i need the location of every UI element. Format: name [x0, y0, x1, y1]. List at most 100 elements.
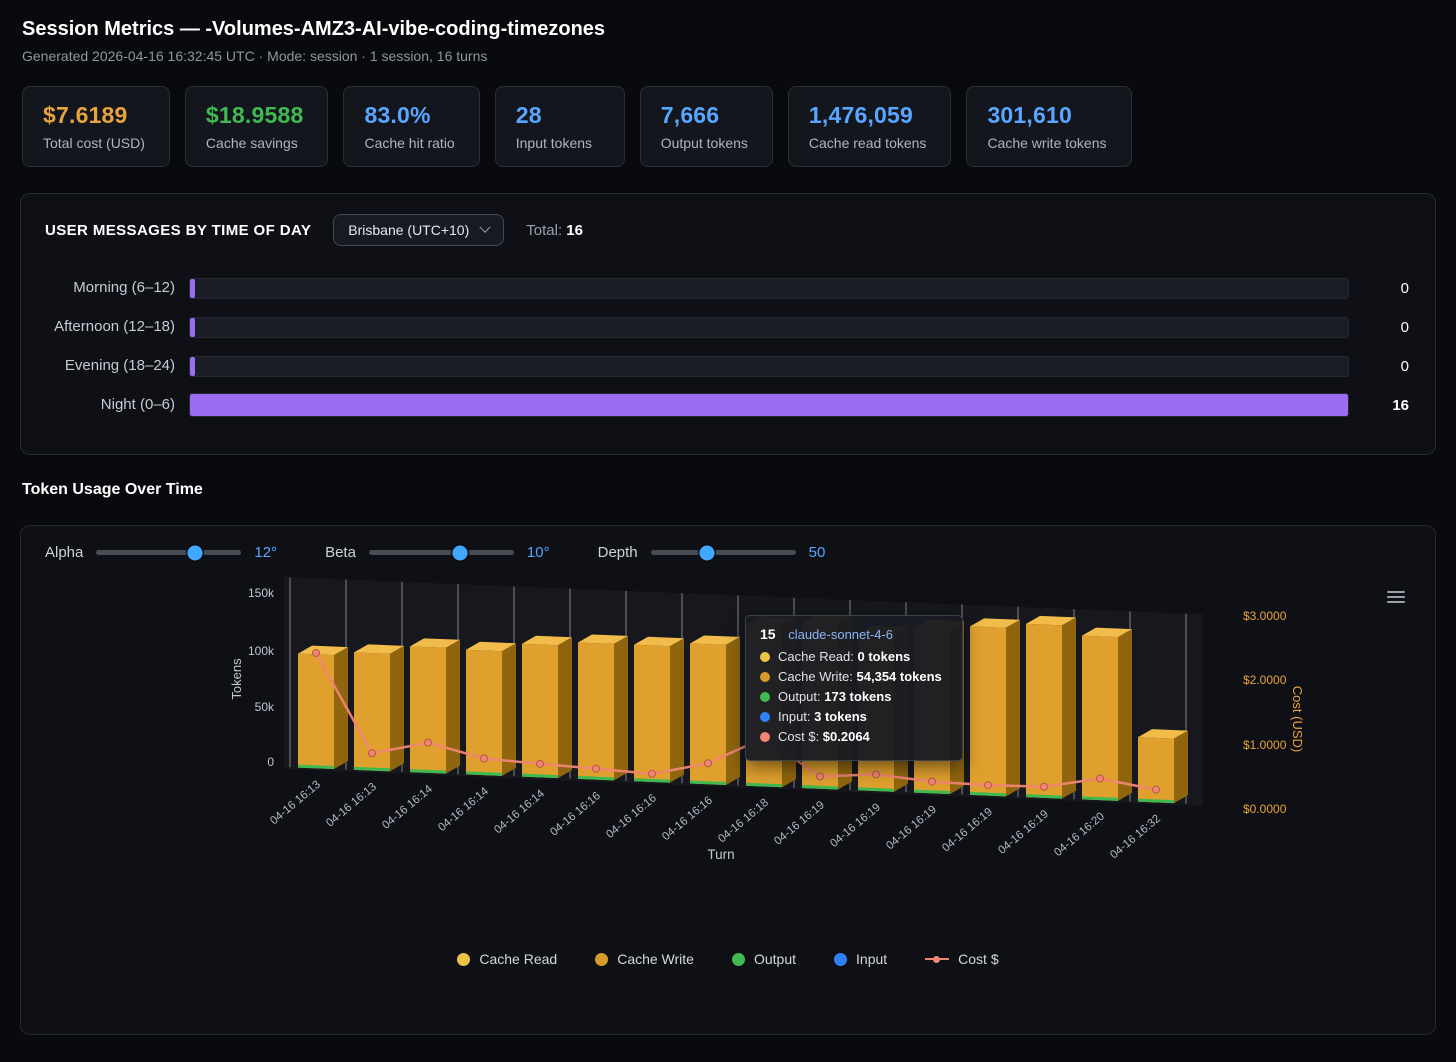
series-dot-icon: [760, 651, 770, 662]
svg-text:04-16 16:13: 04-16 16:13: [324, 781, 379, 830]
total-label: Total:: [526, 221, 563, 239]
tooltip-row-text: Cache Read: 0 tokens: [778, 649, 911, 664]
metric-value: $7.6189: [43, 102, 128, 128]
svg-text:0: 0: [267, 755, 274, 769]
metric-card-input-tokens: 28 Input tokens: [494, 86, 625, 167]
svg-text:100k: 100k: [248, 644, 275, 658]
time-of-day-rows: Morning (6–12) 0 Afternoon (12–18) 0 Eve…: [45, 274, 1411, 419]
legend-item-cost-[interactable]: Cost $: [925, 951, 999, 967]
bar-column[interactable]: [690, 635, 740, 785]
legend-item-cache-read[interactable]: Cache Read: [457, 951, 557, 967]
row-label: Night (0–6): [100, 395, 175, 413]
metric-label: Input tokens: [515, 135, 593, 151]
bar-column[interactable]: [522, 635, 572, 779]
slider-value: 12°: [254, 544, 278, 561]
row-label: Afternoon (12–18): [54, 317, 175, 335]
bar-fill: [190, 278, 195, 298]
bar-track[interactable]: [189, 393, 1349, 417]
tooltip-model-name: claude-sonnet-4-6: [788, 627, 893, 642]
slider-label: Depth: [597, 544, 638, 561]
svg-text:50k: 50k: [255, 700, 275, 714]
token-usage-title: Token Usage Over Time: [22, 481, 203, 498]
svg-text:$3.0000: $3.0000: [1243, 609, 1287, 623]
depth-slider-thumb[interactable]: [699, 545, 715, 560]
bar-track[interactable]: [189, 355, 1349, 377]
tooltip-row: Cache Read: 0 tokens: [760, 649, 948, 664]
metric-card-cache-read-tokens: 1,476,059 Cache read tokens: [787, 86, 952, 167]
series-dot-icon: [760, 691, 770, 702]
series-dot-icon: [760, 731, 770, 742]
token-usage-3d-chart[interactable]: 04-16 16:13 04-16 16:13 04-16 16:14 04-16 1…: [31, 569, 1427, 911]
row-count: 0: [1400, 279, 1409, 297]
bar-column[interactable]: [970, 618, 1020, 797]
alpha-slider-thumb[interactable]: [187, 545, 203, 560]
bar-track[interactable]: [189, 316, 1349, 338]
bar-fill: [190, 317, 195, 337]
metric-value: 83.0%: [364, 102, 431, 128]
bar-column[interactable]: [1082, 627, 1132, 801]
slider-label: Beta: [325, 544, 356, 561]
page-subtitle: Generated 2026-04-16 16:32:45 UTC · Mode…: [22, 48, 488, 64]
legend-item-input[interactable]: Input: [834, 951, 887, 967]
bar-column[interactable]: [1026, 615, 1076, 799]
row-label: Morning (6–12): [73, 278, 175, 296]
tooltip-row: Output: 173 tokens: [760, 689, 948, 704]
legend-item-cache-write[interactable]: Cache Write: [595, 951, 694, 967]
time-of-day-row-afternoon: Afternoon (12–18) 0: [45, 313, 1411, 341]
series-dot-icon: [760, 711, 770, 722]
depth-slider-track[interactable]: [650, 545, 796, 560]
depth-slider: Depth 50: [598, 544, 826, 561]
tooltip-row-text: Output: 173 tokens: [778, 689, 892, 704]
metric-label: Cache hit ratio: [364, 135, 455, 151]
svg-text:04-16 16:14: 04-16 16:14: [492, 787, 547, 836]
legend-dot-icon: [457, 952, 471, 966]
page-title: Session Metrics — -Volumes-AMZ3-AI-vibe-…: [22, 18, 606, 40]
metric-value: $18.9588: [205, 102, 304, 128]
bar-fill: [190, 394, 1348, 416]
beta-slider: Beta 10°: [325, 544, 550, 561]
alpha-slider-track[interactable]: [96, 545, 242, 560]
beta-slider-track[interactable]: [368, 545, 514, 560]
bar-fill: [190, 356, 195, 376]
svg-text:04-16 16:16: 04-16 16:16: [548, 790, 603, 839]
metric-card-output-tokens: 7,666 Output tokens: [639, 86, 773, 167]
bar-column[interactable]: [634, 636, 684, 783]
bar-column[interactable]: [1138, 729, 1188, 804]
page-header: Session Metrics — -Volumes-AMZ3-AI-vibe-…: [0, 0, 1456, 64]
legend-item-output[interactable]: Output: [731, 951, 797, 967]
chart-tooltip: 15 claude-sonnet-4-6 Cache Read: 0 token…: [745, 615, 963, 761]
chevron-down-icon: [479, 221, 491, 233]
tooltip-header: 15 claude-sonnet-4-6: [760, 626, 948, 642]
beta-slider-thumb[interactable]: [452, 545, 468, 560]
svg-text:04-16 16:14: 04-16 16:14: [380, 783, 435, 832]
svg-text:04-16 16:19: 04-16 16:19: [772, 799, 827, 848]
bar-column[interactable]: [410, 638, 460, 774]
bar-track[interactable]: [189, 277, 1349, 299]
metric-label: Total cost (USD): [43, 135, 145, 151]
legend-dot-icon: [834, 952, 848, 966]
svg-text:04-16 16:20: 04-16 16:20: [1052, 810, 1107, 859]
time-of-day-row-evening: Evening (18–24) 0: [45, 352, 1411, 380]
svg-text:04-16 16:19: 04-16 16:19: [940, 806, 995, 855]
chart-controls: Alpha 12° Beta 10° Depth 50: [21, 526, 1435, 561]
x-axis-title: Turn: [707, 847, 734, 862]
timezone-selected-value: Brisbane (UTC+10): [348, 222, 470, 238]
svg-text:04-16 16:16: 04-16 16:16: [660, 795, 715, 844]
time-of-day-row-night: Night (0–6) 16: [45, 391, 1411, 419]
slider-value: 10°: [526, 544, 550, 561]
timezone-select[interactable]: Brisbane (UTC+10): [333, 214, 505, 246]
legend-label: Output: [753, 951, 797, 967]
tooltip-row-text: Cost $: $0.2064: [778, 729, 870, 744]
svg-text:04-16 16:13: 04-16 16:13: [268, 779, 323, 828]
svg-text:$2.0000: $2.0000: [1243, 673, 1287, 687]
bar-column[interactable]: [578, 634, 628, 781]
legend-label: Input: [856, 951, 888, 967]
svg-text:04-16 16:18: 04-16 16:18: [716, 797, 771, 846]
time-of-day-panel: USER MESSAGES BY TIME OF DAY Brisbane (U…: [20, 193, 1436, 455]
metric-card-cache-hit-ratio: 83.0% Cache hit ratio: [343, 86, 480, 167]
svg-text:04-16 16:19: 04-16 16:19: [996, 808, 1051, 857]
total-value: 16: [566, 221, 583, 239]
time-of-day-row-morning: Morning (6–12) 0: [45, 274, 1411, 302]
legend-label: Cost $: [958, 951, 999, 967]
legend-label: Cache Write: [617, 951, 694, 967]
